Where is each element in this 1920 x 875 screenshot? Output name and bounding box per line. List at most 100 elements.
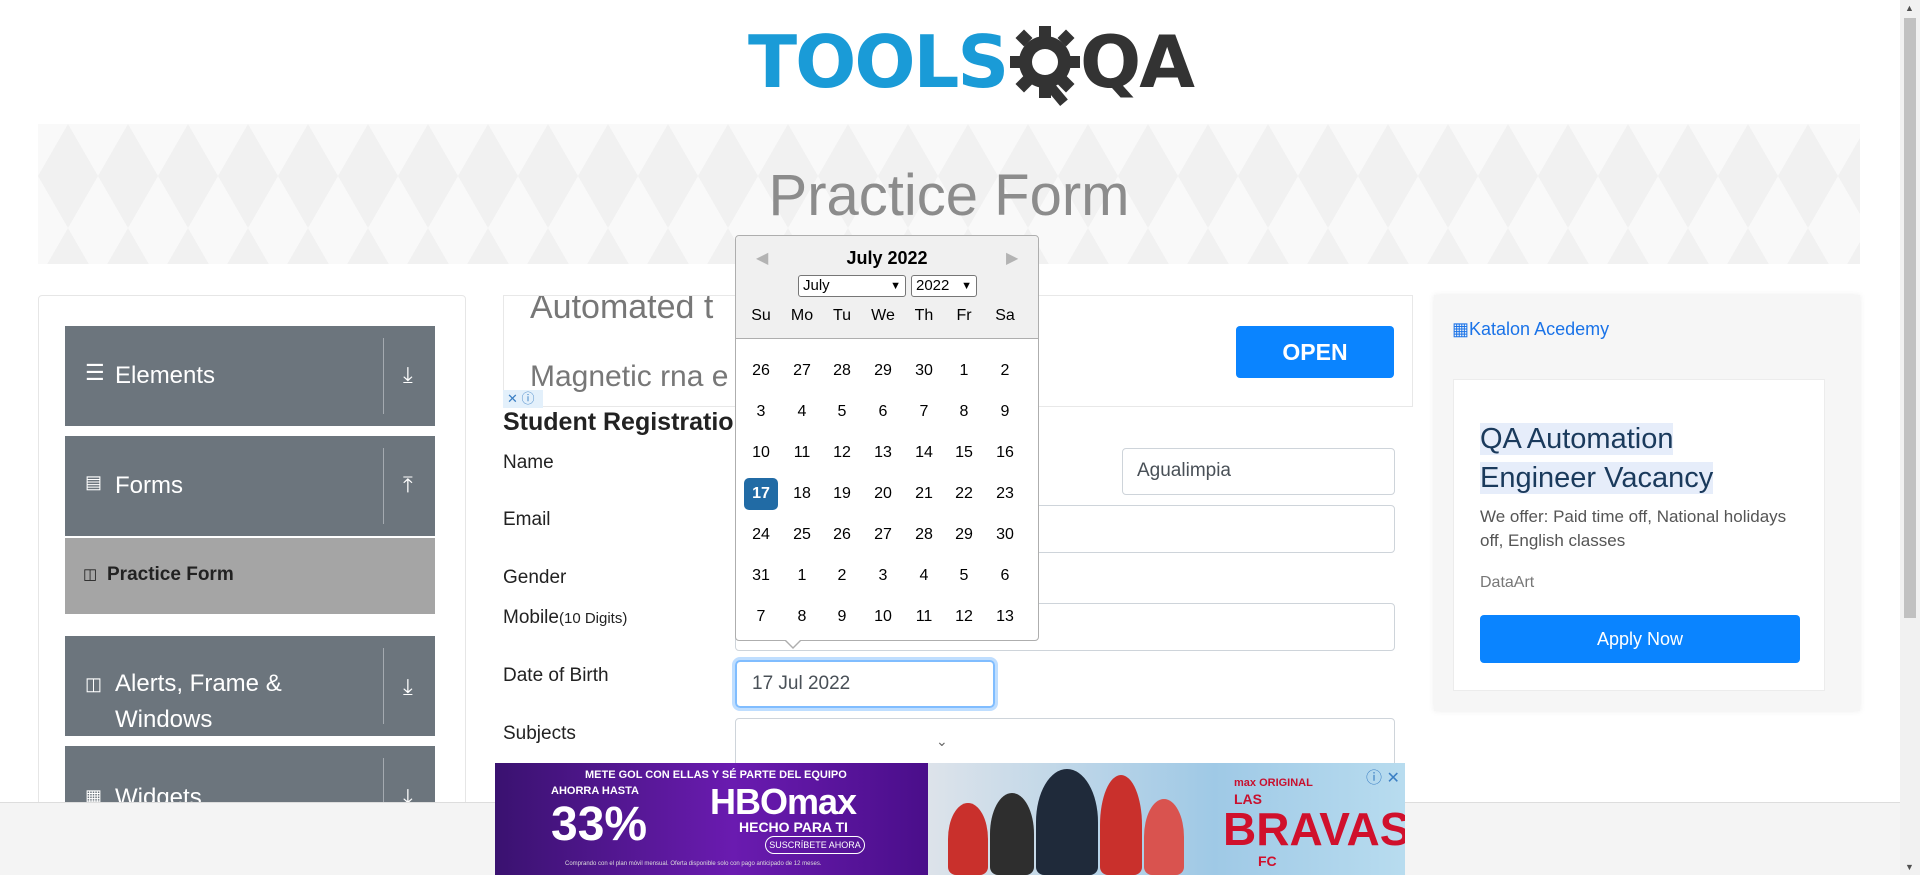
page: TOOLS QA Practice Form ☰ Elements ⤓ ▤ Fo… <box>0 0 1920 875</box>
ad-close-icon[interactable]: ✕ ⓘ <box>503 390 543 408</box>
year-select[interactable]: 2022 ▼ <box>911 275 977 297</box>
download-icon[interactable]: ⤓ <box>403 674 413 700</box>
ad-info-close-icon[interactable]: ⓘ ✕ <box>1366 764 1400 788</box>
calendar-day[interactable]: 16 <box>988 437 1022 469</box>
calendar-day[interactable]: 23 <box>988 478 1022 510</box>
calendar-day[interactable]: 2 <box>825 560 859 592</box>
subscribe-button[interactable]: SUSCRÍBETE AHORA <box>765 836 865 854</box>
calendar-day[interactable]: 1 <box>947 355 981 387</box>
calendar-day[interactable]: 19 <box>825 478 859 510</box>
calendar-day[interactable]: 9 <box>825 601 859 633</box>
person-figure <box>1036 769 1098 875</box>
calendar-day[interactable]: 4 <box>785 396 819 428</box>
sidebar-group-label: Alerts, Frame & <box>115 670 282 697</box>
calendar-day[interactable]: 7 <box>744 601 778 633</box>
subjects-input[interactable]: ⌄ <box>735 718 1395 768</box>
calendar-day[interactable]: 3 <box>866 560 900 592</box>
calendar-day[interactable]: 25 <box>785 519 819 551</box>
calendar-day[interactable]: 20 <box>866 478 900 510</box>
datepicker-popup: ◀ July 2022 ▶ July ▼ 2022 ▼ Su Mo Tu We Th Fr Sa… <box>735 235 1039 649</box>
calendar-day[interactable]: 21 <box>907 478 941 510</box>
divider <box>383 648 384 724</box>
scroll-up-icon[interactable]: ▲ <box>1905 3 1914 13</box>
sidebar-group-forms[interactable]: ▤ Forms ⤒ <box>65 436 435 536</box>
ad-banner-bottom[interactable]: METE GOL CON ELLAS Y SÉ PARTE DEL EQUIPO… <box>495 763 1405 875</box>
calendar-day[interactable]: 5 <box>947 560 981 592</box>
calendar-day[interactable]: 13 <box>988 601 1022 633</box>
ad-open-button[interactable]: OPEN <box>1236 326 1394 378</box>
calendar-day[interactable]: 4 <box>907 560 941 592</box>
calendar-day[interactable]: 29 <box>947 519 981 551</box>
calendar-day[interactable]: 11 <box>785 437 819 469</box>
mobile-label-text: Mobile <box>503 607 559 628</box>
calendar-day[interactable]: 11 <box>907 601 941 633</box>
calendar-day[interactable]: 7 <box>907 396 941 428</box>
apply-now-button[interactable]: Apply Now <box>1480 615 1800 663</box>
calendar-day[interactable]: 3 <box>744 396 778 428</box>
calendar-day[interactable]: 31 <box>744 560 778 592</box>
day-name-tu: Tu <box>832 307 852 324</box>
form-heading: Student Registration <box>503 408 749 436</box>
name-label: Name <box>503 452 554 473</box>
calendar-day[interactable]: 5 <box>825 396 859 428</box>
last-name-input[interactable]: Agualimpia <box>1122 448 1395 495</box>
calendar-day[interactable]: 26 <box>744 355 778 387</box>
calendar-day[interactable]: 22 <box>947 478 981 510</box>
calendar-day[interactable]: 26 <box>825 519 859 551</box>
scrollbar[interactable]: ▲ ▼ <box>1900 0 1920 875</box>
calendar-day[interactable]: 12 <box>947 601 981 633</box>
next-month-icon[interactable]: ▶ <box>1006 248 1018 268</box>
calendar-day[interactable]: 9 <box>988 396 1022 428</box>
calendar-day[interactable]: 13 <box>866 437 900 469</box>
calendar-day[interactable]: 29 <box>866 355 900 387</box>
calendar-day[interactable]: 15 <box>947 437 981 469</box>
download-icon[interactable]: ⤓ <box>403 362 413 388</box>
sidebar-group-alerts[interactable]: ◫ Alerts, Frame & Windows ⤓ <box>65 636 435 736</box>
calendar-day[interactable]: 8 <box>947 396 981 428</box>
chevron-down-icon: ▼ <box>961 280 972 292</box>
calendar-day[interactable]: 30 <box>988 519 1022 551</box>
gear-icon <box>1010 26 1080 106</box>
calendar-day[interactable]: 8 <box>785 601 819 633</box>
sidebar-group-elements[interactable]: ☰ Elements ⤓ <box>65 326 435 426</box>
calendar-day[interactable]: 28 <box>907 519 941 551</box>
calendar-day[interactable]: 6 <box>988 560 1022 592</box>
ad-title: QA Automation Engineer Vacancy <box>1480 420 1714 498</box>
person-figure <box>948 803 988 875</box>
ad-tagline: METE GOL CON ELLAS Y SÉ PARTE DEL EQUIPO <box>585 769 847 781</box>
scrollbar-thumb[interactable] <box>1904 18 1916 618</box>
chevron-down-icon: ⌄ <box>936 733 948 749</box>
date-of-birth-input[interactable]: 17 Jul 2022 <box>735 660 995 708</box>
calendar-day[interactable]: 10 <box>866 601 900 633</box>
day-name-fr: Fr <box>956 307 972 324</box>
calendar-day[interactable]: 30 <box>907 355 941 387</box>
calendar-day[interactable]: 6 <box>866 396 900 428</box>
calendar-day[interactable]: 27 <box>785 355 819 387</box>
calendar-day[interactable]: 28 <box>825 355 859 387</box>
calendar-day[interactable]: 2 <box>988 355 1022 387</box>
calendar-day[interactable]: 10 <box>744 437 778 469</box>
hbomax-logo: HBOmax <box>710 781 857 822</box>
gender-label: Gender <box>503 567 567 588</box>
day-name-th: Th <box>914 307 934 324</box>
dob-label: Date of Birth <box>503 665 609 686</box>
calendar-day[interactable]: 14 <box>907 437 941 469</box>
calendar-day[interactable]: 17 <box>744 478 778 510</box>
katalon-image-link[interactable]: ▦Katalon Acedemy <box>1452 319 1609 340</box>
person-figure <box>1144 799 1184 875</box>
upload-icon[interactable]: ⤒ <box>403 472 413 498</box>
calendar-day[interactable]: 1 <box>785 560 819 592</box>
calendar-day[interactable]: 27 <box>866 519 900 551</box>
sidebar-item-practice-form[interactable]: ◫ Practice Form <box>65 538 435 614</box>
calendar-day[interactable]: 12 <box>825 437 859 469</box>
calendar-day[interactable]: 18 <box>785 478 819 510</box>
mobile-label: Mobile(10 Digits) <box>503 607 627 629</box>
calendar-day[interactable]: 24 <box>744 519 778 551</box>
max-original-badge: max ORIGINAL <box>1234 777 1313 789</box>
toolsqa-logo[interactable]: TOOLS QA <box>748 18 1195 114</box>
katalon-alt-text: Katalon Acedemy <box>1469 319 1610 339</box>
scroll-down-icon[interactable]: ▼ <box>1905 862 1914 872</box>
month-select[interactable]: July ▼ <box>798 275 906 297</box>
divider <box>383 338 384 414</box>
ad-card[interactable]: QA Automation Engineer Vacancy We offer: … <box>1453 379 1825 691</box>
